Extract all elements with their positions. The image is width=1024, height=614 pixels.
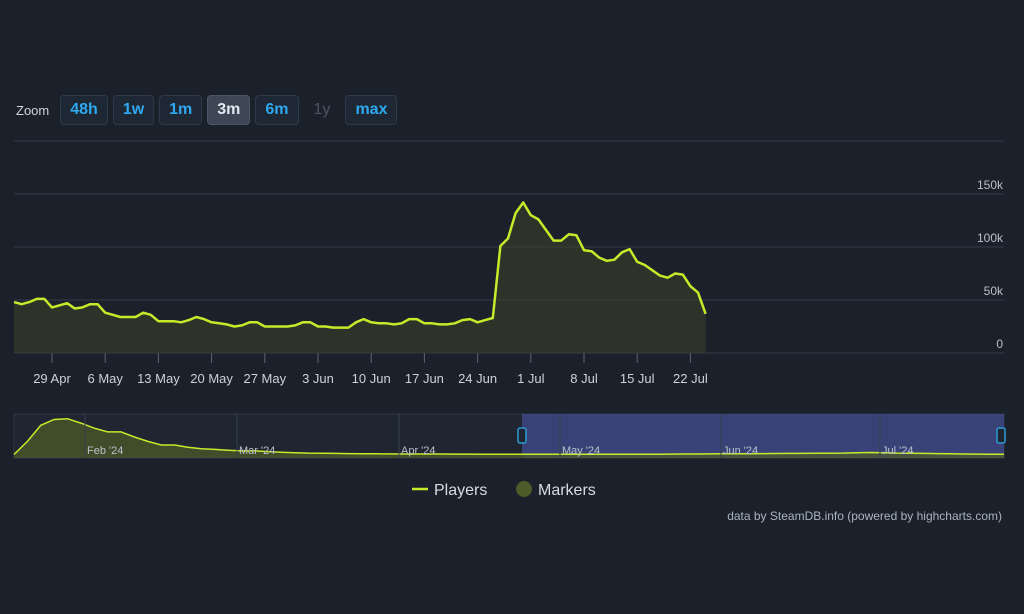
navigator-label: Feb '24 <box>87 445 123 457</box>
y-tick-label: 100k <box>977 231 1004 245</box>
navigator-left-handle[interactable] <box>517 427 527 444</box>
x-tick-label: 27 May <box>243 371 286 386</box>
legend-players-label[interactable]: Players <box>434 482 487 499</box>
x-axis-ticks: 29 Apr 6 May 13 May 20 May 27 May 3 Jun 10 Jun… <box>33 353 708 386</box>
navigator-label: Jun '24 <box>723 445 758 457</box>
main-area <box>14 202 706 353</box>
x-tick-label: 24 Jun <box>458 371 497 386</box>
navigator-right-handle[interactable] <box>996 427 1006 444</box>
x-tick-label: 17 Jun <box>405 371 444 386</box>
players-area <box>14 202 706 353</box>
y-tick-label: 50k <box>984 284 1004 298</box>
x-tick-label: 13 May <box>137 371 180 386</box>
navigator-label: Jul '24 <box>882 445 913 457</box>
y-tick-label: 0 <box>996 337 1003 351</box>
x-tick-label: 1 Jul <box>517 371 545 386</box>
credit-text[interactable]: data by SteamDB.info (powered by highcha… <box>727 509 1002 523</box>
x-tick-label: 15 Jul <box>620 371 655 386</box>
legend-markers-swatch <box>516 481 532 497</box>
y-axis-ticks: 0 50k 100k 150k <box>977 178 1004 351</box>
legend-markers-label[interactable]: Markers <box>538 482 596 499</box>
x-tick-label: 8 Jul <box>570 371 598 386</box>
x-tick-label: 20 May <box>190 371 233 386</box>
x-tick-label: 6 May <box>87 371 123 386</box>
x-tick-label: 10 Jun <box>352 371 391 386</box>
navigator-label: May '24 <box>562 445 600 457</box>
navigator[interactable]: Feb '24 Mar '24 Apr '24 May '24 Jun '24 Jul '… <box>13 413 1006 459</box>
x-tick-label: 3 Jun <box>302 371 334 386</box>
x-tick-label: 29 Apr <box>33 371 71 386</box>
navigator-label: Apr '24 <box>401 445 436 457</box>
x-tick-label: 22 Jul <box>673 371 708 386</box>
legend: Players Markers <box>412 481 596 499</box>
y-tick-label: 150k <box>977 178 1004 192</box>
navigator-label: Mar '24 <box>239 445 275 457</box>
